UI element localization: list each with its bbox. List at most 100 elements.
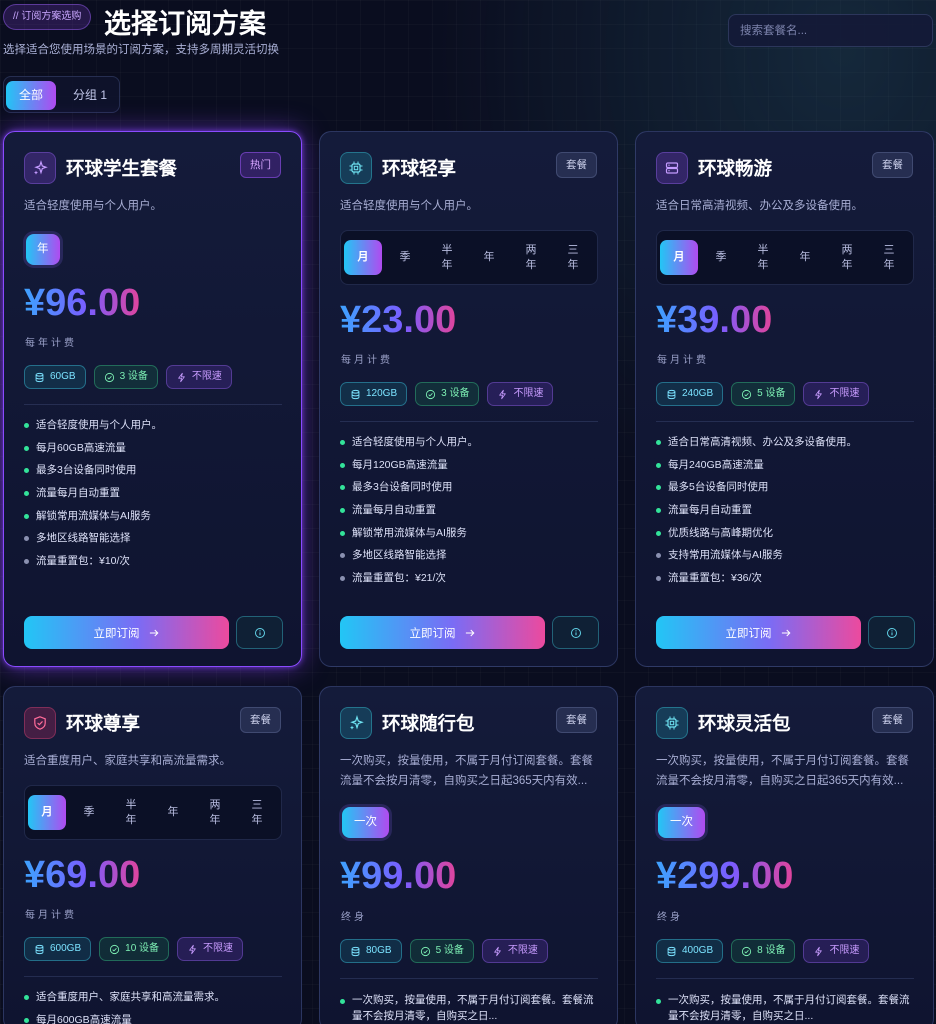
period-option[interactable]: 季 [386, 240, 424, 275]
billing-unit: 终身 [341, 912, 367, 923]
period-option[interactable]: 半年 [744, 240, 782, 275]
feature-list: 适合日常高清视频、办公及多设备使用。 每月240GB高速流量 最多5台设备同时使… [656, 431, 918, 590]
shield-icon [24, 707, 56, 739]
plan-title: 环球学生套餐 [66, 158, 178, 179]
plan-price: ¥96.00 [24, 282, 141, 324]
check-circle-icon [425, 389, 436, 400]
info-button[interactable] [236, 616, 283, 649]
data-chip: 240GB [656, 382, 724, 406]
period-option[interactable]: 月 [344, 240, 382, 275]
period-selector: 月 季 半年 年 两年 三年 [24, 785, 282, 840]
feature-item: 适合日常高清视频、办公及多设备使用。 [656, 431, 918, 454]
period-option[interactable]: 年 [154, 795, 192, 830]
feature-item: 最多5台设备同时使用 [656, 476, 918, 499]
feature-item: 流量重置包：¥10/次 [24, 550, 286, 573]
subscribe-button[interactable]: 立即订阅 [656, 616, 861, 649]
feature-list: 一次购买，按量使用，不属于月付订阅套餐。套餐流量不会按月清零，自购买之日... [340, 990, 602, 1024]
plan-badge: 套餐 [240, 707, 281, 733]
period-option[interactable]: 三年 [554, 240, 592, 275]
sparkle-icon [24, 152, 56, 184]
plan-badge: 套餐 [872, 707, 913, 733]
feature-item: 流量每月自动重置 [340, 499, 602, 522]
period-option[interactable]: 三年 [870, 240, 908, 275]
arrow-right-icon [464, 627, 476, 639]
data-chip: 600GB [24, 937, 92, 961]
info-button[interactable] [552, 616, 599, 649]
tab-all[interactable]: 全部 [6, 81, 56, 110]
feature-item: 每月240GB高速流量 [656, 454, 918, 477]
subscribe-button[interactable]: 立即订阅 [340, 616, 545, 649]
speed-chip: 不限速 [165, 365, 232, 389]
plan-title: 环球随行包 [382, 713, 475, 734]
period-option-once[interactable]: 一次 [658, 807, 705, 838]
plan-badge: 热门 [240, 152, 281, 178]
period-option[interactable]: 季 [70, 795, 108, 830]
period-option[interactable]: 月 [660, 240, 698, 275]
data-chip: 120GB [340, 382, 408, 406]
billing-unit: 每月计费 [341, 355, 393, 366]
period-option-once[interactable]: 一次 [342, 807, 389, 838]
period-option-year[interactable]: 年 [26, 234, 60, 265]
period-selector: 月 季 半年 年 两年 三年 [656, 230, 914, 285]
period-option[interactable]: 两年 [512, 240, 550, 275]
check-circle-icon [104, 372, 115, 383]
feature-list: 适合轻度使用与个人用户。 每月60GB高速流量 最多3台设备同时使用 流量每月自… [24, 414, 286, 573]
search-input[interactable] [728, 14, 933, 47]
feature-item: 流量每月自动重置 [24, 482, 286, 505]
check-circle-icon [741, 946, 752, 957]
plan-price: ¥299.00 [656, 855, 794, 897]
feature-list: 适合轻度使用与个人用户。 每月120GB高速流量 最多3台设备同时使用 流量每月… [340, 431, 602, 590]
subscribe-button[interactable]: 立即订阅 [24, 616, 229, 649]
feature-item: 一次购买，按量使用，不属于月付订阅套餐。套餐流量不会按月清零，自购买之日... [340, 990, 602, 1024]
plan-card-travel-pack: 环球随行包 套餐 一次购买，按量使用，不属于月付订阅套餐。套餐流量不会按月清零，… [319, 686, 618, 1024]
spec-chips: 240GB 5 设备 不限速 [656, 382, 870, 406]
feature-item: 解锁常用流媒体与AI服务 [340, 522, 602, 545]
divider [656, 421, 914, 422]
period-option[interactable]: 半年 [428, 240, 466, 275]
period-option[interactable]: 月 [28, 795, 66, 830]
feature-item: 最多3台设备同时使用 [24, 459, 286, 482]
billing-unit: 每年计费 [25, 338, 77, 349]
database-icon [350, 946, 361, 957]
divider [24, 976, 282, 977]
plan-card-premium: 环球尊享 套餐 适合重度用户、家庭共享和高流量需求。 月 季 半年 年 两年 三… [3, 686, 302, 1024]
billing-unit: 每月计费 [657, 355, 709, 366]
group-tabs: 全部 分组 1 [3, 76, 120, 113]
plan-title: 环球灵活包 [698, 713, 791, 734]
devices-chip: 5 设备 [731, 382, 796, 406]
plan-description: 适合轻度使用与个人用户。 [340, 200, 478, 212]
plan-price: ¥39.00 [656, 299, 773, 341]
period-option[interactable]: 两年 [196, 795, 234, 830]
bolt-icon [497, 389, 508, 400]
period-option[interactable]: 两年 [828, 240, 866, 275]
feature-item: 适合重度用户、家庭共享和高流量需求。 [24, 986, 286, 1009]
plan-card-student: 环球学生套餐 热门 适合轻度使用与个人用户。 年 ¥96.00 每年计费 60G… [3, 131, 302, 667]
plan-badge: 套餐 [556, 152, 597, 178]
period-option[interactable]: 三年 [238, 795, 276, 830]
divider [340, 978, 598, 979]
arrow-right-icon [780, 627, 792, 639]
tab-group-1[interactable]: 分组 1 [62, 81, 118, 110]
divider [24, 404, 282, 405]
data-chip: 60GB [24, 365, 86, 389]
server-icon [656, 152, 688, 184]
devices-chip: 8 设备 [731, 939, 796, 963]
info-button[interactable] [868, 616, 915, 649]
feature-item: 支持常用流媒体与AI服务 [656, 544, 918, 567]
feature-item: 多地区线路智能选择 [340, 544, 602, 567]
plan-card-flex-pack: 环球灵活包 套餐 一次购买，按量使用，不属于月付订阅套餐。套餐流量不会按月清零，… [635, 686, 934, 1024]
period-option[interactable]: 半年 [112, 795, 150, 830]
feature-item: 解锁常用流媒体与AI服务 [24, 505, 286, 528]
database-icon [666, 946, 677, 957]
divider [656, 978, 914, 979]
spec-chips: 60GB 3 设备 不限速 [24, 365, 232, 389]
bolt-icon [176, 372, 187, 383]
plan-price: ¥69.00 [24, 854, 141, 896]
period-option[interactable]: 年 [786, 240, 824, 275]
info-icon [254, 627, 266, 639]
divider [340, 421, 598, 422]
speed-chip: 不限速 [487, 382, 554, 406]
period-option[interactable]: 年 [470, 240, 508, 275]
period-option[interactable]: 季 [702, 240, 740, 275]
info-icon [570, 627, 582, 639]
